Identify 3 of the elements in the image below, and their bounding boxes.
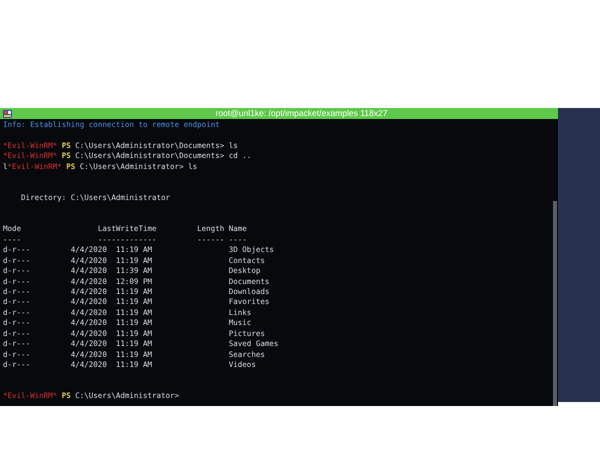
scrollbar[interactable] — [553, 201, 557, 406]
terminal-app-icon — [3, 110, 12, 118]
window-title: root@unl1ke: /opt/impacket/examples 118x27 — [216, 109, 388, 118]
